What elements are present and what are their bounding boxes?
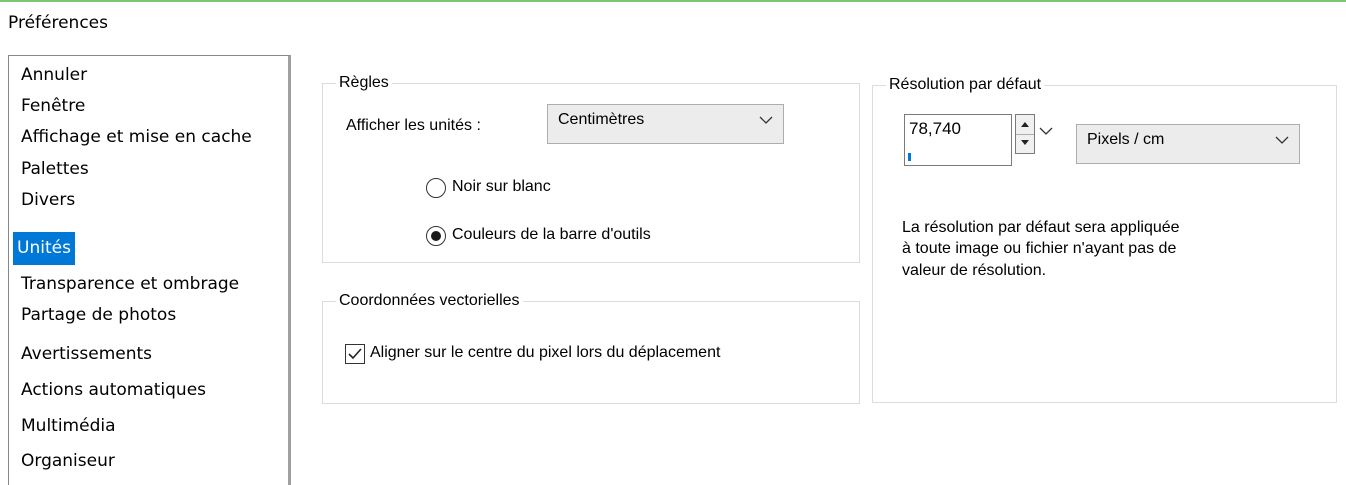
category-list[interactable]: Annuler Fenêtre Affichage et mise en cac… bbox=[8, 55, 291, 485]
resolution-input-indicator bbox=[908, 153, 911, 161]
resolution-desc-line2: à toute image ou fichier n'ayant pas de bbox=[902, 240, 1177, 257]
category-item-fenetre[interactable]: Fenêtre bbox=[17, 91, 89, 122]
dialog-title: Préférences bbox=[8, 13, 108, 33]
align-pixel-checkbox[interactable] bbox=[345, 344, 365, 364]
radio-noir-sur-blanc[interactable] bbox=[426, 178, 446, 198]
units-dropdown[interactable]: Centimètres bbox=[547, 104, 784, 144]
chevron-down-icon bbox=[1275, 136, 1289, 144]
resolution-input[interactable]: 78,740 bbox=[904, 114, 1012, 166]
regles-legend: Règles bbox=[336, 73, 392, 93]
resolution-dropdown-toggle[interactable] bbox=[1036, 114, 1056, 154]
resolution-desc-line1: La résolution par défaut sera appliquée bbox=[902, 219, 1180, 236]
checkmark-icon bbox=[348, 348, 362, 360]
resolution-desc-line3: valeur de résolution. bbox=[902, 262, 1047, 279]
radio-couleurs-barre[interactable] bbox=[426, 226, 446, 246]
radio-noir-sur-blanc-label: Noir sur blanc bbox=[452, 178, 551, 195]
category-item-transparence[interactable]: Transparence et ombrage bbox=[17, 269, 243, 300]
radio-couleurs-barre-label: Couleurs de la barre d'outils bbox=[452, 226, 651, 243]
align-pixel-label: Aligner sur le centre du pixel lors du d… bbox=[370, 344, 721, 361]
arrow-up-icon bbox=[1021, 122, 1029, 127]
resolution-legend: Résolution par défaut bbox=[886, 75, 1045, 95]
category-item-palettes[interactable]: Palettes bbox=[17, 154, 93, 185]
arrow-down-icon bbox=[1021, 140, 1029, 145]
category-item-avertissements[interactable]: Avertissements bbox=[17, 339, 156, 370]
category-item-partage-photos[interactable]: Partage de photos bbox=[17, 300, 180, 331]
category-item-unites[interactable]: Unités bbox=[13, 232, 75, 265]
category-item-actions-auto[interactable]: Actions automatiques bbox=[17, 375, 210, 406]
category-item-multimedia[interactable]: Multimédia bbox=[17, 411, 120, 442]
category-item-divers[interactable]: Divers bbox=[17, 185, 79, 216]
category-item-affichage[interactable]: Affichage et mise en cache bbox=[17, 122, 256, 153]
resolution-unit-value: Pixels / cm bbox=[1087, 131, 1165, 148]
category-item-organiseur[interactable]: Organiseur bbox=[17, 446, 119, 477]
resolution-spinner[interactable] bbox=[1015, 114, 1035, 154]
spin-down-button[interactable] bbox=[1016, 134, 1034, 153]
spin-up-button[interactable] bbox=[1016, 115, 1034, 135]
units-dropdown-value: Centimètres bbox=[558, 111, 645, 128]
coords-legend: Coordonnées vectorielles bbox=[336, 291, 523, 311]
window-top-accent bbox=[0, 0, 1346, 2]
resolution-unit-dropdown[interactable]: Pixels / cm bbox=[1076, 124, 1300, 164]
chevron-down-icon bbox=[759, 116, 773, 124]
resolution-input-value: 78,740 bbox=[909, 119, 961, 138]
units-label: Afficher les unités : bbox=[346, 117, 481, 134]
chevron-down-icon bbox=[1039, 127, 1053, 135]
category-item-annuler[interactable]: Annuler bbox=[17, 60, 91, 91]
